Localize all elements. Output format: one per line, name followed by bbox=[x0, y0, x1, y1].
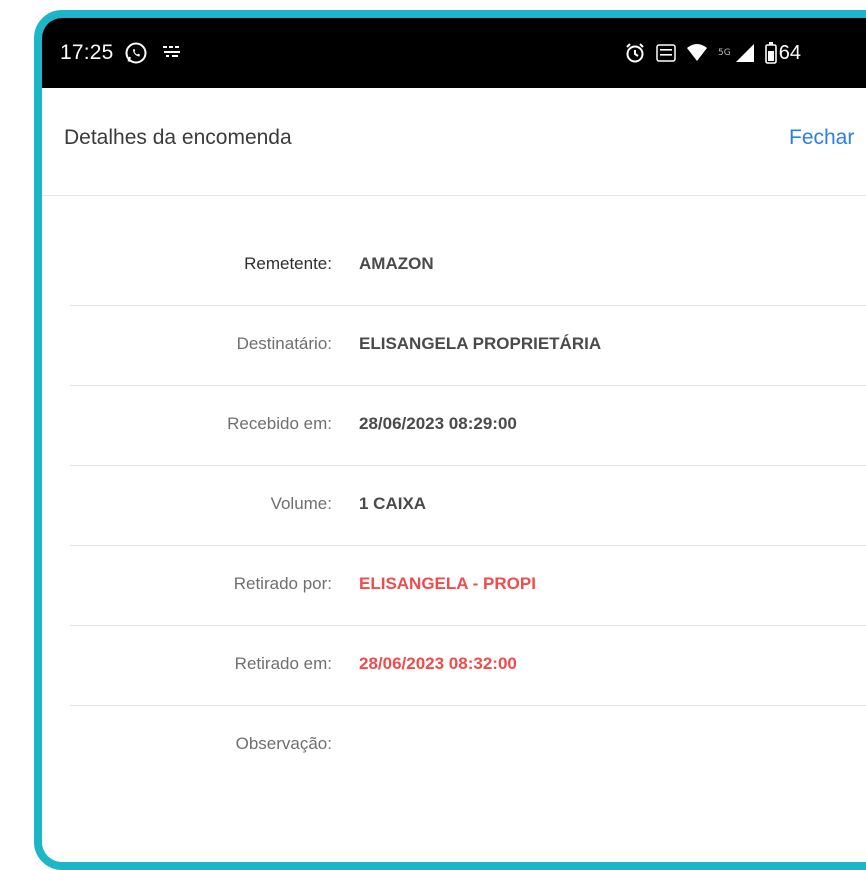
page-title: Detalhes da encomenda bbox=[64, 126, 292, 149]
signal-5g-label: 5G bbox=[718, 47, 731, 58]
status-time: 17:25 bbox=[60, 41, 114, 64]
detail-row-picked-up-at: Retirado em: 28/06/2023 08:32:00 bbox=[70, 626, 866, 706]
battery-icon bbox=[764, 42, 777, 64]
detail-row-sender: Remetente: AMAZON bbox=[70, 226, 866, 306]
picked-up-by-label: Retirado por: bbox=[233, 574, 332, 593]
detail-row-received-at: Recebido em: 28/06/2023 08:29:00 bbox=[70, 386, 866, 466]
whatsapp-icon bbox=[124, 41, 148, 65]
signal-icon bbox=[735, 43, 755, 63]
notes-label: Observação: bbox=[235, 734, 332, 753]
phone-screen-frame: 17:25 5G 64 Detalhes da encomenda Fechar… bbox=[34, 10, 866, 870]
picked-up-at-value: 28/06/2023 08:32:00 bbox=[359, 654, 517, 673]
detail-row-notes: Observação: bbox=[70, 706, 866, 786]
picked-up-by-value: ELISANGELA - PROPI bbox=[359, 574, 536, 593]
detail-row-recipient: Destinatário: ELISANGELA PROPRIETÁRIA bbox=[70, 306, 866, 386]
status-icons: 5G 64 bbox=[624, 18, 801, 88]
sender-label: Remetente: bbox=[244, 254, 332, 273]
alarm-icon bbox=[624, 42, 646, 64]
volume-label: Volume: bbox=[270, 494, 332, 513]
picked-up-at-label: Retirado em: bbox=[234, 654, 332, 673]
status-bar: 17:25 5G 64 bbox=[42, 18, 866, 88]
sender-value: AMAZON bbox=[359, 254, 434, 273]
package-details: Remetente: AMAZON Destinatário: ELISANGE… bbox=[70, 226, 866, 786]
recipient-label: Destinatário: bbox=[236, 334, 332, 353]
volte-icon bbox=[656, 43, 676, 63]
modal-header: Detalhes da encomenda Fechar bbox=[42, 88, 866, 196]
received-at-label: Recebido em: bbox=[227, 414, 332, 433]
wifi-icon bbox=[686, 43, 708, 63]
close-button[interactable]: Fechar bbox=[789, 126, 854, 150]
battery-level: 64 bbox=[778, 41, 801, 64]
notification-icon bbox=[162, 45, 182, 61]
recipient-value: ELISANGELA PROPRIETÁRIA bbox=[359, 334, 602, 353]
volume-value: 1 CAIXA bbox=[359, 494, 427, 513]
detail-row-volume: Volume: 1 CAIXA bbox=[70, 466, 866, 546]
detail-row-picked-up-by: Retirado por: ELISANGELA - PROPI bbox=[70, 546, 866, 626]
received-at-value: 28/06/2023 08:29:00 bbox=[359, 414, 517, 433]
